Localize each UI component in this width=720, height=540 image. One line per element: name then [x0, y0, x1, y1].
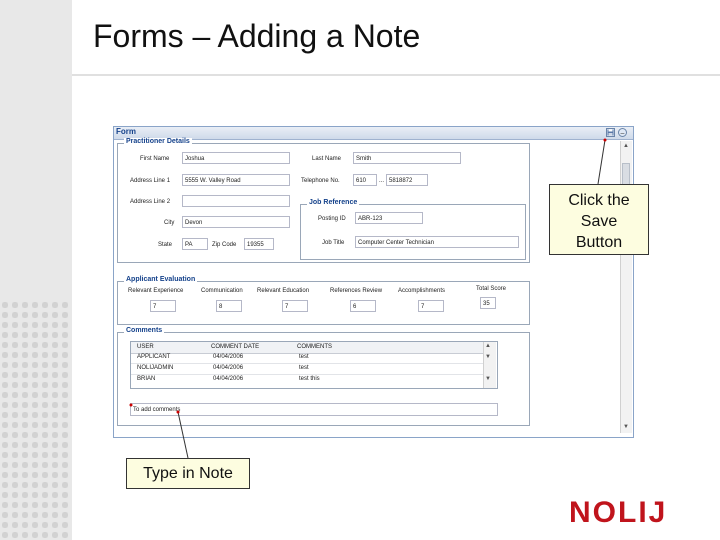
save-callout-pointer: [597, 139, 606, 185]
note-callout-pointer: [177, 411, 189, 459]
save-callout-line1: Click the: [568, 192, 630, 209]
note-callout: Type in Note: [126, 458, 250, 489]
save-callout: Click the Save Button: [549, 184, 649, 255]
save-pointer-dot: [603, 138, 607, 142]
save-callout-line3: Button: [575, 234, 623, 251]
comment-marker-dot: [129, 403, 133, 407]
note-pointer-dot: [176, 410, 180, 414]
save-callout-line2: Save: [580, 213, 618, 230]
nolij-logo: NOLIJ: [569, 496, 667, 526]
logo-text: NOLIJ: [569, 496, 667, 526]
callout-pointers: [129, 138, 607, 459]
